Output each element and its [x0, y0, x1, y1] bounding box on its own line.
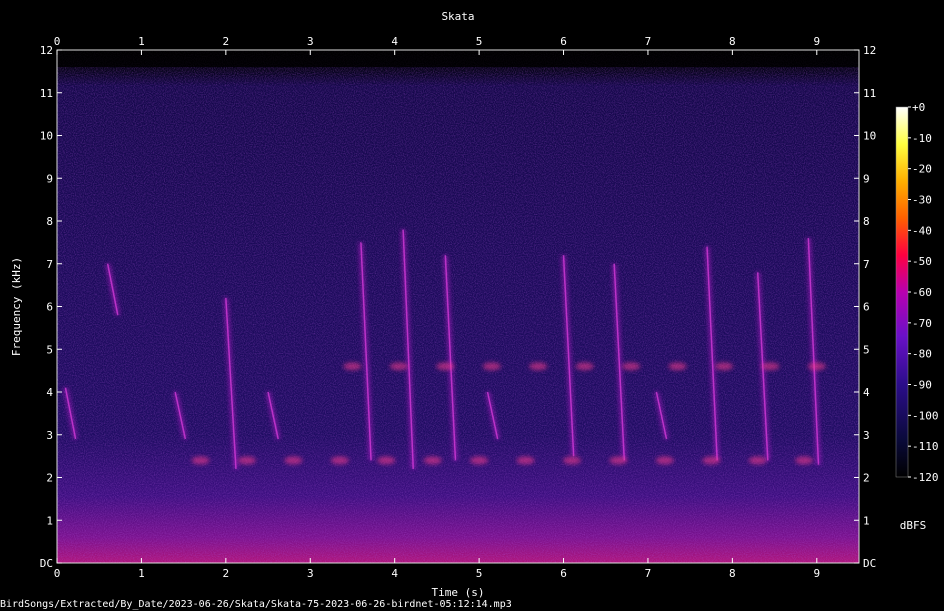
colorbar-tick-label: -90 — [912, 379, 932, 392]
band-blob-1 — [529, 362, 548, 371]
x-tick-label-top: 6 — [560, 35, 567, 48]
colorbar-gradient — [895, 106, 909, 478]
spectrogram-noise — [57, 50, 859, 563]
spectrogram-plot-area — [56, 49, 860, 564]
x-tick-label-bottom: 6 — [560, 567, 567, 580]
band-blob-1 — [761, 362, 780, 371]
band-blob-0 — [562, 456, 581, 465]
colorbar-tick-label: +0 — [912, 101, 925, 114]
x-tick-label-bottom: 8 — [729, 567, 736, 580]
y-tick-label-right: 8 — [863, 215, 870, 228]
y-tick-label-left: 1 — [46, 514, 53, 527]
band-blob-1 — [714, 362, 733, 371]
colorbar-tick-label: -120 — [912, 471, 939, 484]
band-blob-0 — [609, 456, 628, 465]
colorbar-tick-label: -110 — [912, 440, 939, 453]
band-blob-0 — [191, 456, 210, 465]
y-tick-label-right: 7 — [863, 258, 870, 271]
y-axis-label: Frequency (kHz) — [10, 257, 23, 356]
x-axis-label: Time (s) — [432, 586, 485, 599]
y-tick-label-left: 5 — [46, 343, 53, 356]
x-tick-label-bottom: 3 — [307, 567, 314, 580]
y-tick-label-right: 5 — [863, 343, 870, 356]
band-blob-1 — [482, 362, 501, 371]
y-tick-label-right: 12 — [863, 44, 876, 57]
y-tick-label-right: 2 — [863, 472, 870, 485]
y-tick-label-left: 11 — [40, 87, 53, 100]
band-blob-1 — [343, 362, 362, 371]
x-tick-label-top: 9 — [813, 35, 820, 48]
colorbar-ticks: +0 -10 -20 -30 -40 -50 -60 -70 -80 -90 -100 -110 -12… — [908, 101, 939, 484]
colorbar-tick-label: -40 — [912, 224, 932, 237]
noise-floor-cap — [57, 50, 859, 68]
band-blob-0 — [284, 456, 303, 465]
colorbar-tick-label: -80 — [912, 348, 932, 361]
y-tick-label-left: 2 — [46, 472, 53, 485]
band-blob-0 — [516, 456, 535, 465]
band-blob-1 — [575, 362, 594, 371]
colorbar-tick-label: -100 — [912, 409, 939, 422]
y-tick-label-left: 3 — [46, 429, 53, 442]
y-tick-label-left: 9 — [46, 172, 53, 185]
y-tick-label-left: 7 — [46, 258, 53, 271]
x-tick-label-top: 3 — [307, 35, 314, 48]
y-tick-label-left: DC — [40, 557, 53, 570]
x-tick-label-top: 2 — [223, 35, 230, 48]
x-tick-label-top: 7 — [645, 35, 652, 48]
colorbar-tick-label: -30 — [912, 194, 932, 207]
y-tick-label-right: 11 — [863, 87, 876, 100]
x-tick-label-top: 8 — [729, 35, 736, 48]
band-blob-0 — [237, 456, 256, 465]
x-tick-label-bottom: 9 — [813, 567, 820, 580]
band-blob-1 — [668, 362, 687, 371]
y-tick-label-right: 10 — [863, 130, 876, 143]
y-tick-label-right: 3 — [863, 429, 870, 442]
band-blob-0 — [795, 456, 814, 465]
y-tick-label-right: 9 — [863, 172, 870, 185]
y-tick-label-left: 6 — [46, 301, 53, 314]
colorbar-tick-label: -20 — [912, 163, 932, 176]
x-tick-label-bottom: 2 — [223, 567, 230, 580]
band-blob-1 — [807, 362, 826, 371]
colorbar-tick-label: -50 — [912, 255, 932, 268]
x-tick-label-top: 4 — [391, 35, 398, 48]
band-blob-0 — [377, 456, 396, 465]
file-path-caption: BirdSongs/Extracted/By_Date/2023-06-26/S… — [0, 599, 512, 610]
colorbar-tick-label: -70 — [912, 317, 932, 330]
x-tick-label-top: 1 — [138, 35, 145, 48]
colorbar-tick-label: -60 — [912, 286, 932, 299]
x-tick-label-bottom: 5 — [476, 567, 483, 580]
band-blob-0 — [748, 456, 767, 465]
band-blob-0 — [330, 456, 349, 465]
colorbar-label: dBFS — [900, 519, 927, 532]
y-tick-label-right: DC — [863, 557, 876, 570]
x-tick-label-bottom: 1 — [138, 567, 145, 580]
band-blob-0 — [655, 456, 674, 465]
band-blob-0 — [470, 456, 489, 465]
y-tick-label-right: 1 — [863, 514, 870, 527]
y-tick-label-left: 8 — [46, 215, 53, 228]
y-tick-label-left: 10 — [40, 130, 53, 143]
band-blob-0 — [702, 456, 721, 465]
y-tick-label-right: 6 — [863, 301, 870, 314]
y-tick-label-left: 4 — [46, 386, 53, 399]
spectrogram-chart: 00112233445566778899DC DC1 12 23 34 45 56 67 78 8… — [10, 10, 939, 599]
chart-title: Skata — [441, 10, 474, 23]
y-tick-label-right: 4 — [863, 386, 870, 399]
x-tick-label-top: 0 — [54, 35, 61, 48]
colorbar: +0 -10 -20 -30 -40 -50 -60 -70 -80 -90 -100 -110 -12… — [895, 101, 939, 532]
x-tick-label-bottom: 7 — [645, 567, 652, 580]
x-tick-label-bottom: 0 — [54, 567, 61, 580]
colorbar-tick-label: -10 — [912, 132, 932, 145]
x-tick-label-top: 5 — [476, 35, 483, 48]
band-blob-1 — [389, 362, 408, 371]
x-tick-label-bottom: 4 — [391, 567, 398, 580]
band-blob-0 — [423, 456, 442, 465]
band-blob-1 — [436, 362, 455, 371]
band-blob-1 — [622, 362, 641, 371]
y-tick-label-left: 12 — [40, 44, 53, 57]
